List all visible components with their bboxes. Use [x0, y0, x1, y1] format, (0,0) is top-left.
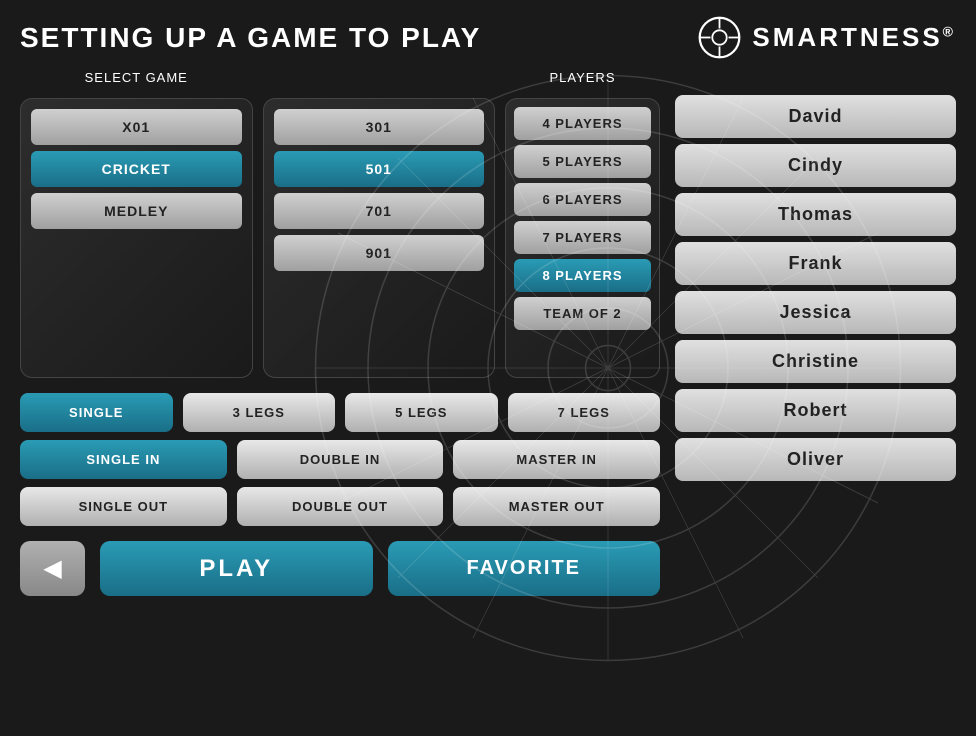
game-variants-card: 301 501 701 901: [263, 98, 496, 378]
main-container: SETTING UP A GAME TO PLAY SMARTNESS® SEL…: [0, 0, 976, 736]
opt-btn-5legs[interactable]: 5 LEGS: [345, 393, 498, 432]
player-btn-christine[interactable]: Christine: [675, 340, 956, 383]
player-btn-robert[interactable]: Robert: [675, 389, 956, 432]
header: SETTING UP A GAME TO PLAY SMARTNESS®: [20, 15, 956, 60]
player-btn-oliver[interactable]: Oliver: [675, 438, 956, 481]
opt-btn-single[interactable]: SINGLE: [20, 393, 173, 432]
actions-row: ◀ PLAY FAVORITE: [20, 541, 660, 596]
in-options-row: SINGLE IN DOUBLE IN MASTER IN: [20, 440, 660, 479]
game-btn-cricket[interactable]: CRICKET: [31, 151, 242, 187]
players-btn-7[interactable]: 7 PLAYERS: [514, 221, 651, 254]
player-btn-frank[interactable]: Frank: [675, 242, 956, 285]
game-btn-medley[interactable]: MEDLEY: [31, 193, 242, 229]
select-game-label: SELECT GAME: [20, 70, 253, 85]
page-title: SETTING UP A GAME TO PLAY: [20, 22, 481, 54]
game-types-card: X01 CRICKET MEDLEY: [20, 98, 253, 378]
out-options-row: SINGLE OUT DOUBLE OUT MASTER OUT: [20, 487, 660, 526]
logo-area: SMARTNESS®: [697, 15, 956, 60]
player-btn-thomas[interactable]: Thomas: [675, 193, 956, 236]
play-button[interactable]: PLAY: [100, 541, 373, 596]
favorite-button[interactable]: FAVORITE: [388, 541, 661, 596]
opt-btn-double-out[interactable]: DOUBLE OUT: [237, 487, 444, 526]
game-btn-x01[interactable]: X01: [31, 109, 242, 145]
players-btn-4[interactable]: 4 PLAYERS: [514, 107, 651, 140]
opt-btn-single-in[interactable]: SINGLE IN: [20, 440, 227, 479]
select-game-section: X01 CRICKET MEDLEY 301 501 701 901: [20, 98, 660, 378]
players-label: PLAYERS: [505, 70, 660, 85]
back-button[interactable]: ◀: [20, 541, 85, 596]
players-btn-team2[interactable]: TEAM OF 2: [514, 297, 651, 330]
variant-btn-501[interactable]: 501: [274, 151, 485, 187]
opt-btn-master-in[interactable]: MASTER IN: [453, 440, 660, 479]
select-game-header-area2: [263, 70, 496, 93]
opt-btn-3legs[interactable]: 3 LEGS: [183, 393, 336, 432]
players-options-column: 4 PLAYERS 5 PLAYERS 6 PLAYERS 7 PLAYERS …: [505, 98, 660, 378]
players-btn-8[interactable]: 8 PLAYERS: [514, 259, 651, 292]
opt-btn-7legs[interactable]: 7 LEGS: [508, 393, 661, 432]
opt-btn-double-in[interactable]: DOUBLE IN: [237, 440, 444, 479]
section-headers: SELECT GAME PLAYERS: [20, 70, 660, 93]
player-btn-david[interactable]: David: [675, 95, 956, 138]
players-btn-6[interactable]: 6 PLAYERS: [514, 183, 651, 216]
select-game-header-area: SELECT GAME: [20, 70, 253, 93]
options-section: SINGLE 3 LEGS 5 LEGS 7 LEGS SINGLE IN DO…: [20, 393, 660, 526]
logo-text: SMARTNESS®: [752, 22, 956, 53]
opt-btn-single-out[interactable]: SINGLE OUT: [20, 487, 227, 526]
players-btn-5[interactable]: 5 PLAYERS: [514, 145, 651, 178]
variant-btn-901[interactable]: 901: [274, 235, 485, 271]
player-btn-cindy[interactable]: Cindy: [675, 144, 956, 187]
player-btn-jessica[interactable]: Jessica: [675, 291, 956, 334]
content-area: SELECT GAME PLAYERS X01 CRICKET MEDLEY: [20, 70, 956, 596]
right-panel: David Cindy Thomas Frank Jessica Christi…: [675, 70, 956, 596]
variant-btn-701[interactable]: 701: [274, 193, 485, 229]
smartness-logo-icon: [697, 15, 742, 60]
variant-btn-301[interactable]: 301: [274, 109, 485, 145]
players-label-area: PLAYERS: [505, 70, 660, 93]
game-variants-column: 301 501 701 901: [263, 98, 496, 378]
players-options-card: 4 PLAYERS 5 PLAYERS 6 PLAYERS 7 PLAYERS …: [505, 98, 660, 378]
legs-row: SINGLE 3 LEGS 5 LEGS 7 LEGS: [20, 393, 660, 432]
left-panel: SELECT GAME PLAYERS X01 CRICKET MEDLEY: [20, 70, 660, 596]
opt-btn-master-out[interactable]: MASTER OUT: [453, 487, 660, 526]
game-types-column: X01 CRICKET MEDLEY: [20, 98, 253, 378]
